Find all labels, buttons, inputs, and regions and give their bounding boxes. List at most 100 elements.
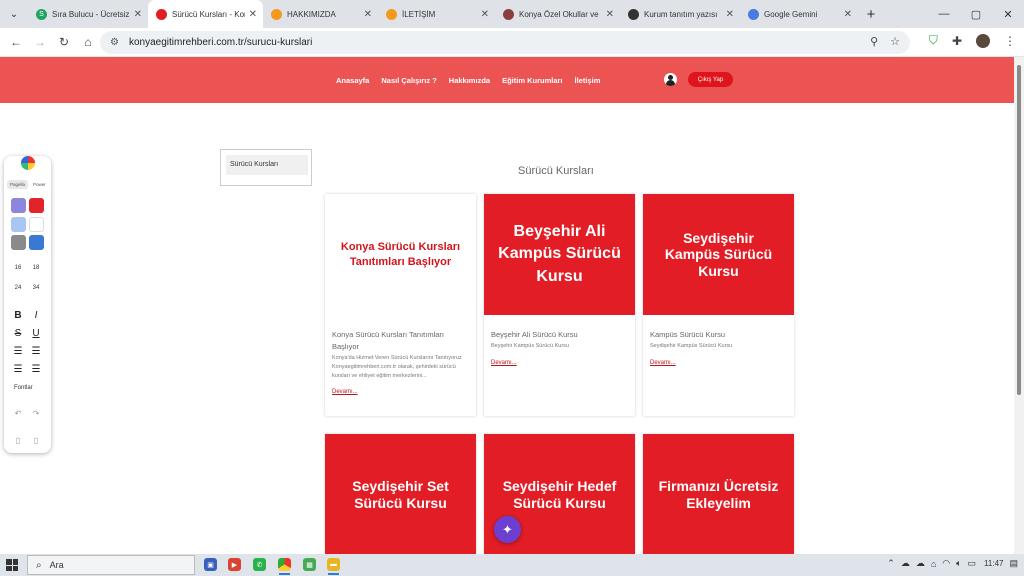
forward-icon[interactable]: → bbox=[28, 35, 52, 49]
tab-search-chevron-icon[interactable]: ⌄ bbox=[0, 0, 28, 28]
nav-link[interactable]: Hakkımızda bbox=[449, 76, 490, 85]
site-info-icon[interactable]: ⚙ bbox=[110, 37, 119, 48]
file-explorer-icon[interactable]: ▬ bbox=[327, 558, 340, 575]
course-card[interactable]: Seydişehir Kampüs Sürücü Kursu Kampüs Sür… bbox=[643, 194, 794, 416]
close-tab-icon[interactable]: ✕ bbox=[249, 9, 257, 20]
color-swatch[interactable] bbox=[11, 217, 26, 232]
browser-tab[interactable]: Kurum tanıtım yazısı ✕ bbox=[620, 0, 740, 28]
close-tab-icon[interactable]: ✕ bbox=[134, 9, 142, 20]
underline-icon[interactable]: U bbox=[28, 328, 44, 339]
user-icon[interactable] bbox=[664, 73, 677, 86]
bold-icon[interactable]: B bbox=[10, 310, 26, 321]
undo-icon[interactable]: ↶ bbox=[10, 409, 26, 418]
card-read-more-link[interactable]: Devamı... bbox=[650, 360, 676, 366]
card-title[interactable]: Konya Sürücü Kursları Tanıtımları Başlıy… bbox=[332, 329, 469, 353]
taskbar-app-icon[interactable]: ▦ bbox=[303, 558, 316, 571]
nav-link[interactable]: İletişim bbox=[575, 76, 601, 85]
course-card[interactable]: Seydişehir Set Sürücü Kursu bbox=[325, 434, 476, 555]
palette-tab[interactable]: Power bbox=[30, 180, 49, 189]
card-title[interactable]: Beyşehir Ali Sürücü Kursu bbox=[491, 329, 628, 341]
category-item-surucu-kurslari[interactable]: Sürücü Kursları bbox=[226, 155, 308, 175]
strikethrough-icon[interactable]: S bbox=[10, 328, 26, 339]
browser-tab[interactable]: Sürücü Kursları - Kon ✕ bbox=[148, 0, 263, 28]
taskbar-app-icon[interactable]: ▶ bbox=[228, 558, 241, 571]
fonts-button[interactable]: Fontlar bbox=[14, 385, 33, 391]
redo-icon[interactable]: ↷ bbox=[28, 409, 44, 418]
card-image[interactable]: Seydişehir Set Sürücü Kursu bbox=[325, 434, 476, 555]
course-card[interactable]: Firmanızı Ücretsiz Ekleyelim bbox=[643, 434, 794, 555]
taskbar-app-icon[interactable]: ▣ bbox=[204, 558, 217, 571]
whatsapp-icon[interactable]: ✆ bbox=[253, 558, 266, 571]
back-icon[interactable]: ← bbox=[4, 35, 28, 49]
extensions-puzzle-icon[interactable]: ✚ bbox=[952, 34, 962, 48]
color-swatch[interactable] bbox=[11, 198, 26, 213]
battery-icon[interactable]: ▭ bbox=[968, 558, 977, 569]
font-size-option[interactable]: 34 bbox=[28, 285, 44, 291]
font-size-option[interactable]: 24 bbox=[10, 285, 26, 291]
card-read-more-link[interactable]: Devamı... bbox=[491, 360, 517, 366]
wifi-icon[interactable]: ◠ bbox=[942, 558, 950, 569]
course-card[interactable]: Konya Sürücü Kursları Tanıtımları Başlıy… bbox=[325, 194, 476, 416]
clock[interactable]: 11:47 bbox=[984, 559, 1003, 568]
minimize-icon[interactable]: — bbox=[928, 0, 960, 28]
card-read-more-link[interactable]: Devamı... bbox=[332, 389, 358, 395]
course-card[interactable]: Beyşehir Ali Kampüs Sürücü Kursu Beyşehir… bbox=[484, 194, 635, 416]
card-image[interactable]: Firmanızı Ücretsiz Ekleyelim bbox=[643, 434, 794, 555]
color-swatch[interactable] bbox=[29, 235, 44, 250]
address-bar[interactable]: ⚙ konyaegitimrehberi.com.tr/surucu-kursl… bbox=[100, 31, 910, 54]
chevron-up-icon[interactable]: ⌃ bbox=[887, 558, 895, 569]
shield-extension-icon[interactable]: ⛉ bbox=[929, 33, 938, 48]
font-size-option[interactable]: 18 bbox=[28, 265, 44, 271]
tablet-view-icon[interactable]: ▯ bbox=[28, 436, 44, 445]
browser-tab[interactable]: İLETİŞİM ✕ bbox=[378, 0, 495, 28]
maximize-icon[interactable]: ▢ bbox=[960, 0, 992, 28]
close-tab-icon[interactable]: ✕ bbox=[844, 9, 852, 20]
bookmark-star-icon[interactable]: ☆ bbox=[890, 35, 900, 48]
color-swatch[interactable] bbox=[29, 217, 44, 232]
start-windows-icon[interactable] bbox=[6, 559, 18, 571]
zoom-icon[interactable]: ⚲ bbox=[870, 35, 878, 48]
palette-tab[interactable]: Pagella bbox=[7, 180, 29, 189]
close-tab-icon[interactable]: ✕ bbox=[481, 9, 489, 20]
home-icon[interactable]: ⌂ bbox=[76, 35, 100, 49]
profile-avatar[interactable] bbox=[976, 33, 990, 48]
network-icon[interactable]: ⌂ bbox=[931, 559, 936, 569]
align-left-icon[interactable]: ☰ bbox=[10, 346, 26, 357]
align-right-icon[interactable]: ☰ bbox=[28, 346, 44, 357]
color-swatch[interactable] bbox=[29, 198, 44, 213]
font-size-option[interactable]: 16 bbox=[10, 265, 26, 271]
browser-tab[interactable]: Konya Özel Okullar ve ✕ bbox=[495, 0, 620, 28]
close-window-icon[interactable]: ✕ bbox=[992, 0, 1024, 28]
new-tab-button[interactable]: + bbox=[858, 6, 884, 23]
logout-button[interactable]: Çıkış Yap bbox=[688, 72, 733, 87]
browser-tab[interactable]: Google Gemini ✕ bbox=[740, 0, 858, 28]
color-swatch[interactable] bbox=[11, 235, 26, 250]
scrollbar-thumb[interactable] bbox=[1017, 65, 1021, 395]
nav-link[interactable]: Anasayfa bbox=[336, 76, 369, 85]
onedrive-icon[interactable]: ☁ bbox=[916, 558, 925, 569]
close-tab-icon[interactable]: ✕ bbox=[726, 9, 734, 20]
ai-sparkle-button[interactable]: ✦ bbox=[494, 516, 521, 543]
mobile-view-icon[interactable]: ▯ bbox=[10, 436, 26, 445]
taskbar-search-input[interactable]: ⌕ Ara bbox=[27, 555, 195, 575]
volume-icon[interactable]: 🔈︎ bbox=[956, 558, 961, 569]
nav-link[interactable]: Nasıl Çalışırız ? bbox=[381, 76, 436, 85]
card-title[interactable]: Kampüs Sürücü Kursu bbox=[650, 329, 787, 341]
close-tab-icon[interactable]: ✕ bbox=[364, 9, 372, 20]
card-image[interactable]: Beyşehir Ali Kampüs Sürücü Kursu bbox=[484, 194, 635, 315]
page-scrollbar[interactable] bbox=[1014, 57, 1024, 554]
cloud-icon[interactable]: ☁ bbox=[901, 558, 910, 569]
chrome-icon[interactable] bbox=[278, 558, 291, 575]
card-image[interactable]: Konya Sürücü Kursları Tanıtımları Başlıy… bbox=[325, 194, 476, 315]
italic-icon[interactable]: I bbox=[28, 310, 44, 321]
nav-link[interactable]: Eğitim Kurumları bbox=[502, 76, 562, 85]
browser-tab[interactable]: HAKKIMIZDA ✕ bbox=[263, 0, 378, 28]
card-image[interactable]: Seydişehir Kampüs Sürücü Kursu bbox=[643, 194, 794, 315]
close-tab-icon[interactable]: ✕ bbox=[606, 9, 614, 20]
browser-tab[interactable]: S Sıra Bulucu - Ücretsiz ✕ bbox=[28, 0, 148, 28]
menu-dots-icon[interactable]: ⋮ bbox=[1004, 34, 1016, 48]
reload-icon[interactable]: ↻ bbox=[52, 35, 76, 49]
notification-icon[interactable]: ▤ bbox=[1009, 558, 1018, 569]
align-justify-icon[interactable]: ☰ bbox=[28, 364, 44, 375]
align-center-icon[interactable]: ☰ bbox=[10, 364, 26, 375]
